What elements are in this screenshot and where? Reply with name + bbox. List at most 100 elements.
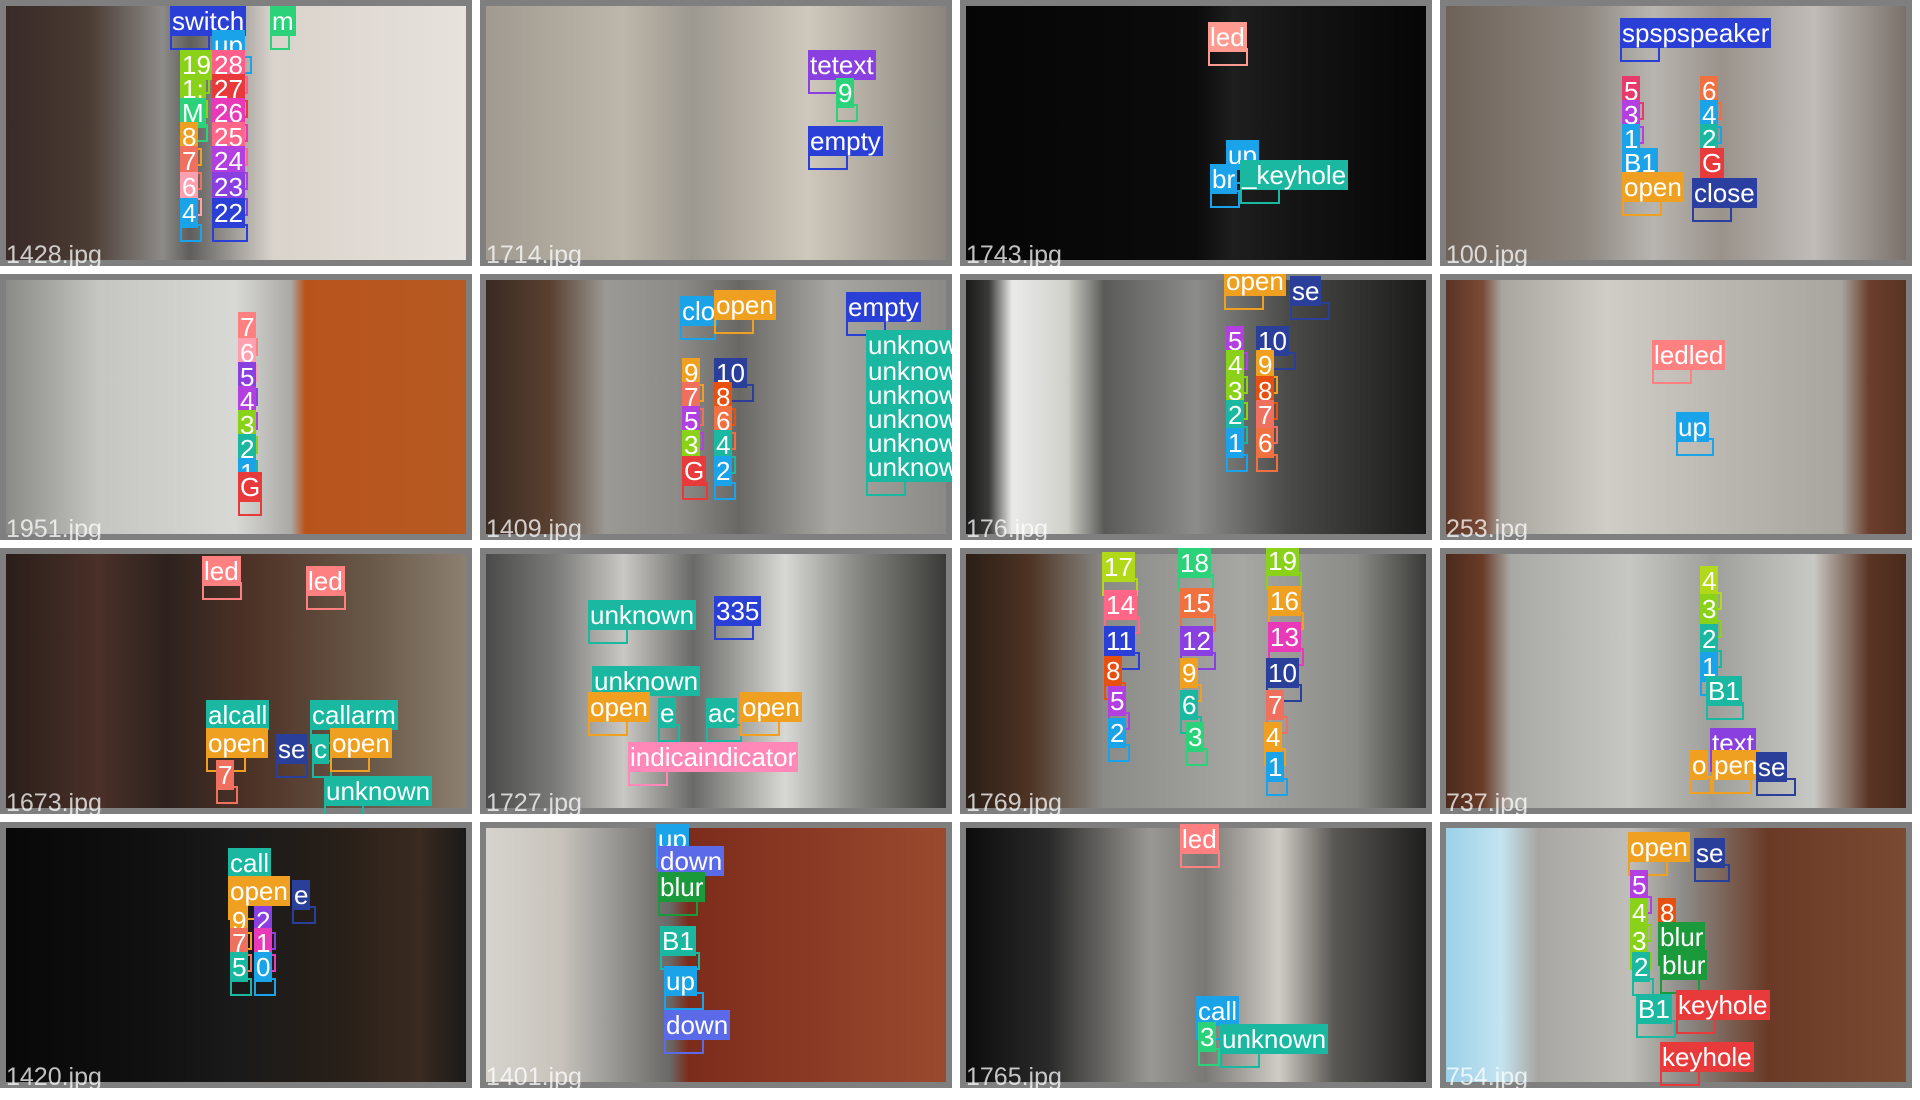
elevator-photo	[1446, 554, 1906, 808]
detection-label: 9	[836, 78, 855, 108]
image-tile[interactable]: open se 5 4 8 3 blur 2 blur B1 keyhole keyhole 754.j…	[1440, 822, 1912, 1088]
detection-results-grid: switch m up 19 28 1: 27 M 26 8 25 7 24 6 23 4 22 1428.jpg…	[0, 0, 1920, 1100]
image-tile[interactable]: spspspeaker 5 6 3 4 1 2 B1 Gopen close 100.jpg	[1440, 0, 1912, 266]
detection-label: unknown	[1220, 1024, 1329, 1054]
detection-label: G	[238, 472, 263, 502]
detection-label: 19	[1266, 548, 1299, 576]
detection-label: B1	[1706, 676, 1742, 706]
detection-label: 2	[1632, 952, 1651, 982]
image-tile[interactable]: switch m up 19 28 1: 27 M 26 8 25 7 24 6 23 4 22 1428.jpg	[0, 0, 472, 266]
image-filename: 1714.jpg	[486, 241, 582, 266]
detection-label: o	[1690, 750, 1709, 780]
detection-label: tetext	[808, 50, 876, 80]
detection-label: ac	[706, 698, 738, 728]
detection-label: se	[1756, 752, 1788, 782]
detection-label: 16	[1268, 586, 1301, 616]
image-tile[interactable]: led led alcall callarm open se c open unknown 7 16…	[0, 548, 472, 814]
detection-label: B1	[1636, 994, 1672, 1024]
detection-label: blur	[1660, 950, 1708, 980]
detection-label: 335	[714, 596, 762, 626]
image-filename: 1409.jpg	[486, 515, 582, 540]
detection-label: c	[312, 734, 329, 764]
detection-label: 18	[1178, 548, 1211, 578]
detection-label: up	[664, 966, 697, 996]
detection-label: 0	[254, 952, 273, 982]
elevator-photo	[966, 280, 1426, 534]
detection-label: empty	[846, 292, 921, 322]
detection-label: 3	[1700, 594, 1719, 624]
image-tile[interactable]: tetext 9 empty 1714.jpg	[480, 0, 952, 266]
detection-label: open	[588, 692, 650, 722]
elevator-photo	[6, 280, 466, 534]
detection-label: 15	[1180, 588, 1213, 618]
detection-label: 2	[1226, 400, 1245, 430]
detection-label: up	[1676, 412, 1709, 442]
detection-label: open	[206, 728, 268, 758]
detection-label: empty	[808, 126, 883, 156]
detection-label: open	[1224, 274, 1286, 296]
detection-label: se	[1290, 276, 1322, 306]
image-tile[interactable]: led up br _keyhole 1743.jpg	[960, 0, 1432, 266]
image-tile[interactable]: 17 18 19 14 15 16 11 12 13 8 9 10 5 6 7 2 3 4 1 1769.jpg	[960, 548, 1432, 814]
detection-label: alcall	[206, 700, 270, 730]
detection-label: led	[202, 556, 241, 586]
detection-label: G	[682, 456, 707, 486]
detection-label: B1	[660, 926, 696, 956]
detection-label: 22	[212, 198, 245, 228]
detection-label: 5	[1108, 686, 1127, 716]
image-filename: 1743.jpg	[966, 241, 1062, 266]
image-filename: 1420.jpg	[6, 1063, 102, 1088]
image-filename: 1673.jpg	[6, 789, 102, 814]
detection-label: keyhole	[1676, 990, 1770, 1020]
image-tile[interactable]: up down blur B1 up down 1401.jpg	[480, 822, 952, 1088]
detection-label: 14	[1104, 590, 1137, 620]
detection-label: led	[1180, 824, 1219, 854]
image-filename: 253.jpg	[1446, 515, 1529, 540]
detection-label: open	[740, 692, 802, 722]
detection-label: spspspeaker	[1620, 18, 1772, 48]
detection-label: 4	[180, 198, 199, 228]
detection-label: open	[330, 728, 392, 758]
detection-label: callarm	[310, 700, 398, 730]
detection-label: open	[714, 290, 776, 320]
detection-label: led	[1208, 22, 1247, 52]
detection-label: 5	[1630, 870, 1649, 900]
detection-label: 5	[230, 952, 249, 982]
detection-label: 3	[1198, 1022, 1217, 1052]
detection-label: 17	[1102, 552, 1135, 582]
image-filename: 737.jpg	[1446, 789, 1529, 814]
detection-label: 4	[1700, 566, 1719, 596]
elevator-photo	[966, 6, 1426, 260]
detection-label: led	[306, 566, 345, 596]
detection-label: e	[658, 698, 677, 728]
detection-label: open	[1622, 172, 1684, 202]
image-filename: 176.jpg	[966, 515, 1049, 540]
image-tile[interactable]: led call 3 unknown 1765.jpg	[960, 822, 1432, 1088]
detection-label: indicaindicator	[628, 742, 799, 772]
detection-label: se	[1694, 838, 1726, 868]
detection-label: 13	[1268, 622, 1301, 652]
detection-label: 10	[1266, 658, 1299, 688]
image-tile[interactable]: 7654321G1951.jpg	[0, 274, 472, 540]
image-tile[interactable]: call open e 9 2 7 1 5 0 1420.jpg	[0, 822, 472, 1088]
image-filename: 1765.jpg	[966, 1063, 1062, 1088]
detection-label: 7	[1256, 400, 1275, 430]
image-filename: 754.jpg	[1446, 1063, 1529, 1088]
image-tile[interactable]: open se 5 10 4 9 3 8 2 7 1 6 176.jpg	[960, 274, 1432, 540]
detection-label: 8	[1104, 656, 1123, 686]
elevator-photo	[1446, 280, 1906, 534]
detection-label: keyhole	[1660, 1042, 1754, 1072]
detection-label: blur	[658, 872, 706, 902]
image-tile[interactable]: unknown 335 unknown open e ac open indicaindica…	[480, 548, 952, 814]
detection-label: 2	[1700, 624, 1719, 654]
detection-label: 6	[1180, 690, 1199, 720]
detection-label: m	[270, 6, 296, 36]
image-tile[interactable]: cloopenemptyunknown910unknown78unknown56…	[480, 274, 952, 540]
image-filename: 1428.jpg	[6, 241, 102, 266]
image-tile[interactable]: ledled up 253.jpg	[1440, 274, 1912, 540]
detection-label: 9	[1180, 658, 1199, 688]
image-filename: 1727.jpg	[486, 789, 582, 814]
detection-label: 12	[1180, 626, 1213, 656]
detection-label: 7	[216, 760, 235, 790]
image-tile[interactable]: 4 3 2 1 B1 text o pen se 737.jpg	[1440, 548, 1912, 814]
